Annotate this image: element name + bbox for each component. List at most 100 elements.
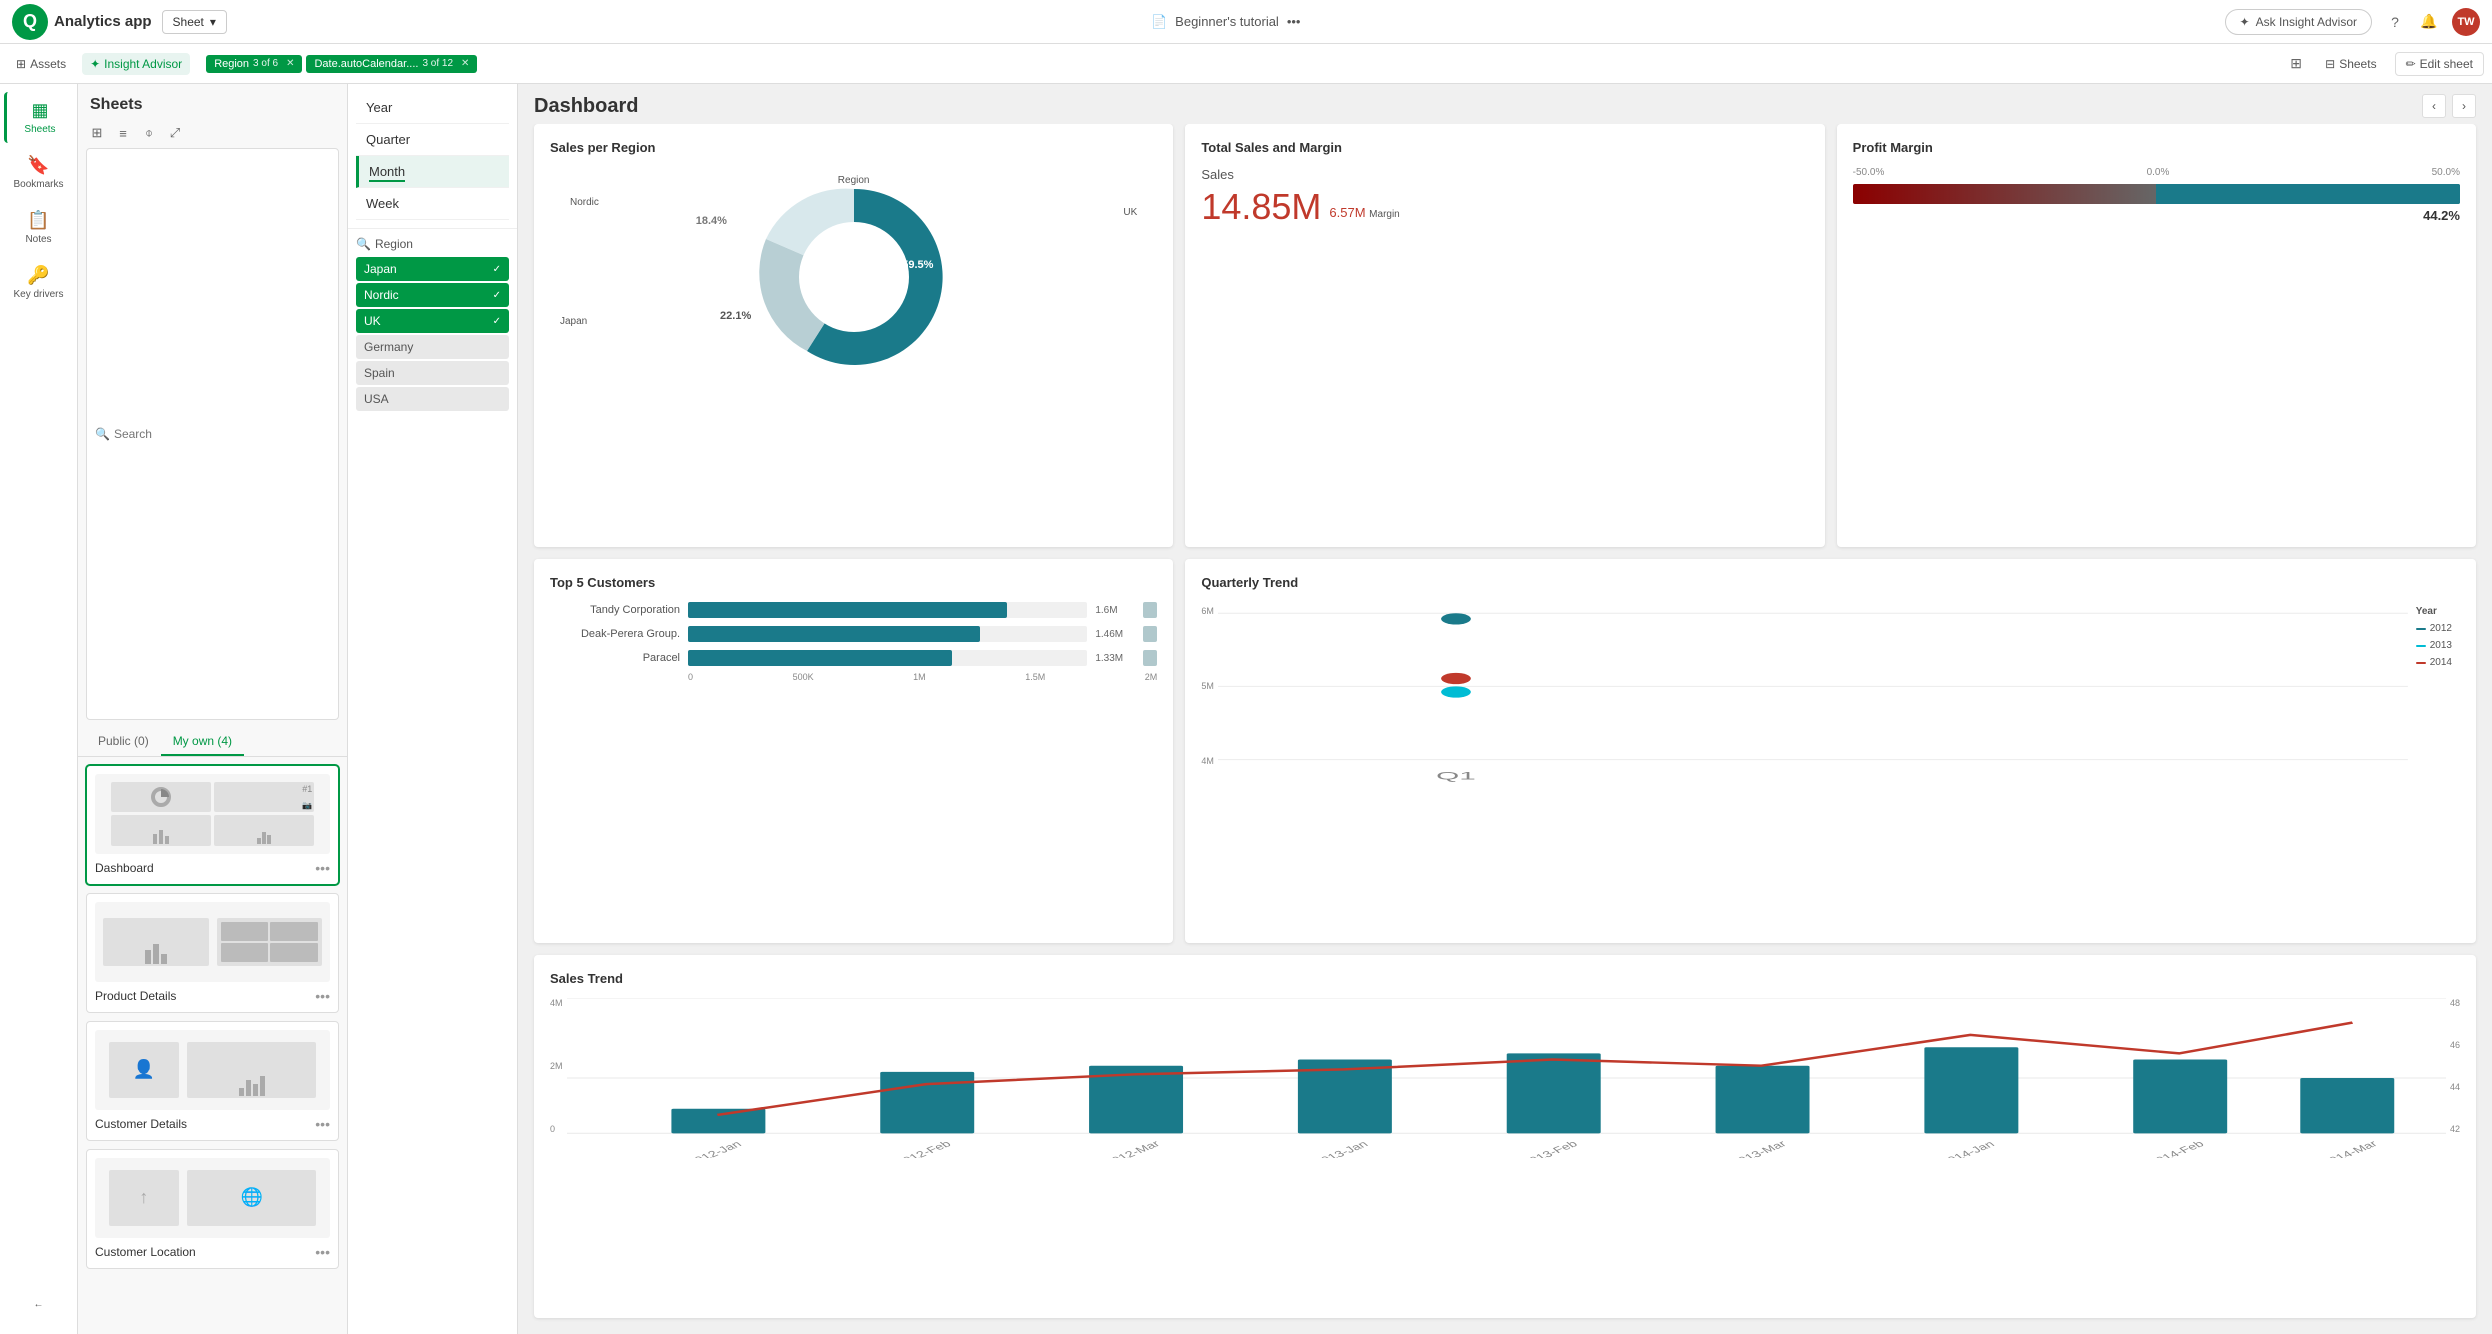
help-icon[interactable]: ?: [2384, 11, 2406, 33]
region-uk[interactable]: UK ✓: [356, 309, 509, 333]
bar-x-axis: 0 500K 1M 1.5M 2M: [688, 672, 1157, 682]
nordic-label-chart: Nordic: [570, 197, 599, 208]
bar-fill-tandy: [688, 602, 1007, 618]
profit-scale-mid: 0.0%: [2147, 167, 2170, 178]
sheets-btn[interactable]: ⊟ Sheets: [2315, 53, 2386, 75]
avatar[interactable]: TW: [2452, 8, 2480, 36]
date-filter-close[interactable]: ✕: [461, 58, 469, 69]
sidebar-collapse-btn[interactable]: ←: [4, 1291, 74, 1318]
app-logo[interactable]: Q Analytics app: [12, 4, 152, 40]
trend-y-axis-right: 48 46 44 42: [2446, 998, 2460, 1158]
sheet-label-location: Customer Location •••: [95, 1244, 330, 1260]
bar-label-tandy: Tandy Corporation: [550, 604, 680, 616]
list-sheets-icon[interactable]: ≡: [112, 122, 134, 144]
sheet-more-dashboard[interactable]: •••: [315, 860, 330, 876]
sheet-thumb-location: ↑ 🌐: [95, 1158, 330, 1238]
grid-sheets-icon[interactable]: ⊞: [86, 122, 108, 144]
sheets-icon: ⊟: [2325, 57, 2335, 71]
sheet-more-product[interactable]: •••: [315, 988, 330, 1004]
region-usa[interactable]: USA: [356, 387, 509, 411]
svg-text:2012-Feb: 2012-Feb: [892, 1138, 953, 1158]
date-chip-count: 3 of 12: [422, 58, 453, 69]
bar-label-deak: Deak-Perera Group.: [550, 628, 680, 640]
search-input[interactable]: [114, 427, 330, 441]
region-germany[interactable]: Germany: [356, 335, 509, 359]
sheet-more-location[interactable]: •••: [315, 1244, 330, 1260]
sheets-sidebar-icon: ▦: [31, 100, 48, 121]
region-spain[interactable]: Spain: [356, 361, 509, 385]
notification-icon[interactable]: 🔔: [2418, 11, 2440, 33]
quarterly-trend-card: Quarterly Trend 6M 5M 4M: [1185, 559, 2476, 942]
filter-year[interactable]: Year: [356, 92, 509, 124]
sidebar-item-bookmarks[interactable]: 🔖 Bookmarks: [4, 147, 74, 198]
filter-month[interactable]: Month: [356, 156, 509, 188]
sheet-card-customer[interactable]: 👤 Customer Details: [86, 1021, 339, 1141]
margin-label: Margin: [1369, 209, 1400, 220]
tab-my-own[interactable]: My own (4): [161, 728, 244, 756]
nordic-check: ✓: [493, 290, 501, 301]
date-filter-chip[interactable]: Date.autoCalendar.... 3 of 12 ✕: [306, 55, 477, 73]
trend-yr-48: 48: [2450, 998, 2460, 1008]
sheet-card-product[interactable]: Product Details •••: [86, 893, 339, 1013]
trend-chart-area: 2012-Jan 2012-Feb 2012-Mar 2013-Jan 2013…: [567, 998, 2446, 1158]
prev-arrow[interactable]: ‹: [2422, 94, 2446, 118]
bar-side-paracel: [1143, 650, 1157, 666]
sheet-search[interactable]: 🔍: [86, 148, 339, 720]
expand-sheets-icon[interactable]: ⤢: [164, 122, 186, 144]
sheet-list: #1 📷: [78, 757, 347, 1334]
region-nordic[interactable]: Nordic ✓: [356, 283, 509, 307]
trend-yr-42: 42: [2450, 1124, 2460, 1134]
sidebar-item-notes[interactable]: 📋 Notes: [4, 202, 74, 253]
total-sales-title: Total Sales and Margin: [1201, 140, 1808, 155]
sidebar-item-sheets[interactable]: ▦ Sheets: [4, 92, 74, 143]
sheet-dropdown[interactable]: Sheet ▾: [162, 10, 227, 34]
date-chip-label: Date.autoCalendar....: [314, 58, 418, 70]
uk-pct: 59.5%: [902, 259, 933, 271]
sheet-thumb-dashboard: #1 📷: [95, 774, 330, 854]
bar-fill-deak: [688, 626, 980, 642]
sheet-card-location[interactable]: ↑ 🌐 Customer Location •••: [86, 1149, 339, 1269]
quarterly-chart-area: Q1: [1218, 602, 2408, 782]
collapse-icon: ←: [34, 1299, 44, 1310]
region-japan[interactable]: Japan ✓: [356, 257, 509, 281]
more-icon[interactable]: •••: [1287, 14, 1301, 29]
tab-public[interactable]: Public (0): [86, 728, 161, 756]
assets-icon: ⊞: [16, 57, 26, 71]
bar-side-tandy: [1143, 602, 1157, 618]
insight-icon: ✦: [90, 57, 100, 71]
sidebar-item-key-drivers[interactable]: 🔑 Key drivers: [4, 257, 74, 308]
japan-pct: 22.1%: [720, 310, 751, 322]
uk-label: UK: [364, 314, 381, 328]
edit-sheet-btn[interactable]: ✏ Edit sheet: [2395, 52, 2484, 76]
next-arrow[interactable]: ›: [2452, 94, 2476, 118]
sheet-dropdown-label: Sheet: [173, 15, 204, 29]
assets-btn[interactable]: ⊞ Assets: [8, 53, 74, 75]
bar-fill-paracel: [688, 650, 952, 666]
insight-advisor-btn[interactable]: ✦ Ask Insight Advisor: [2225, 9, 2372, 35]
dashboard-grid: Sales per Region Region UK: [518, 124, 2492, 1334]
filter-week[interactable]: Week: [356, 188, 509, 220]
sparkle-icon: ✦: [2240, 15, 2250, 29]
svg-text:2012-Jan: 2012-Jan: [684, 1138, 744, 1157]
grid-view-icon[interactable]: ⊞: [2285, 53, 2307, 75]
legend-2012: 2012: [2416, 623, 2452, 634]
toolbar-right: ⊞ ⊟ Sheets ✏ Edit sheet: [2285, 52, 2484, 76]
filter-quarter[interactable]: Quarter: [356, 124, 509, 156]
sheet-thumb-customer: 👤: [95, 1030, 330, 1110]
sheet-tabs: Public (0) My own (4): [78, 728, 347, 757]
sales-per-region-title: Sales per Region: [550, 140, 1157, 155]
svg-text:2013-Jan: 2013-Jan: [1311, 1138, 1371, 1157]
bookmarks-icon: 🔖: [27, 155, 49, 176]
edit-icon: ✏: [2406, 57, 2416, 71]
sales-trend-card: Sales Trend 4M 2M 0: [534, 955, 2476, 1318]
sheet-card-dashboard[interactable]: #1 📷: [86, 765, 339, 885]
svg-text:2013-Mar: 2013-Mar: [1728, 1138, 1789, 1157]
region-filter-chip[interactable]: Region 3 of 6 ✕: [206, 55, 302, 73]
sheet-more-customer[interactable]: •••: [315, 1116, 330, 1132]
filter-sheets-icon[interactable]: ⌽: [138, 122, 160, 144]
insight-advisor-toolbar-btn[interactable]: ✦ Insight Advisor: [82, 53, 190, 75]
profit-bar: [1853, 184, 2460, 204]
filter-week-label: Week: [366, 196, 399, 211]
region-filter-close[interactable]: ✕: [286, 58, 294, 69]
sheet-label-product: Product Details •••: [95, 988, 330, 1004]
